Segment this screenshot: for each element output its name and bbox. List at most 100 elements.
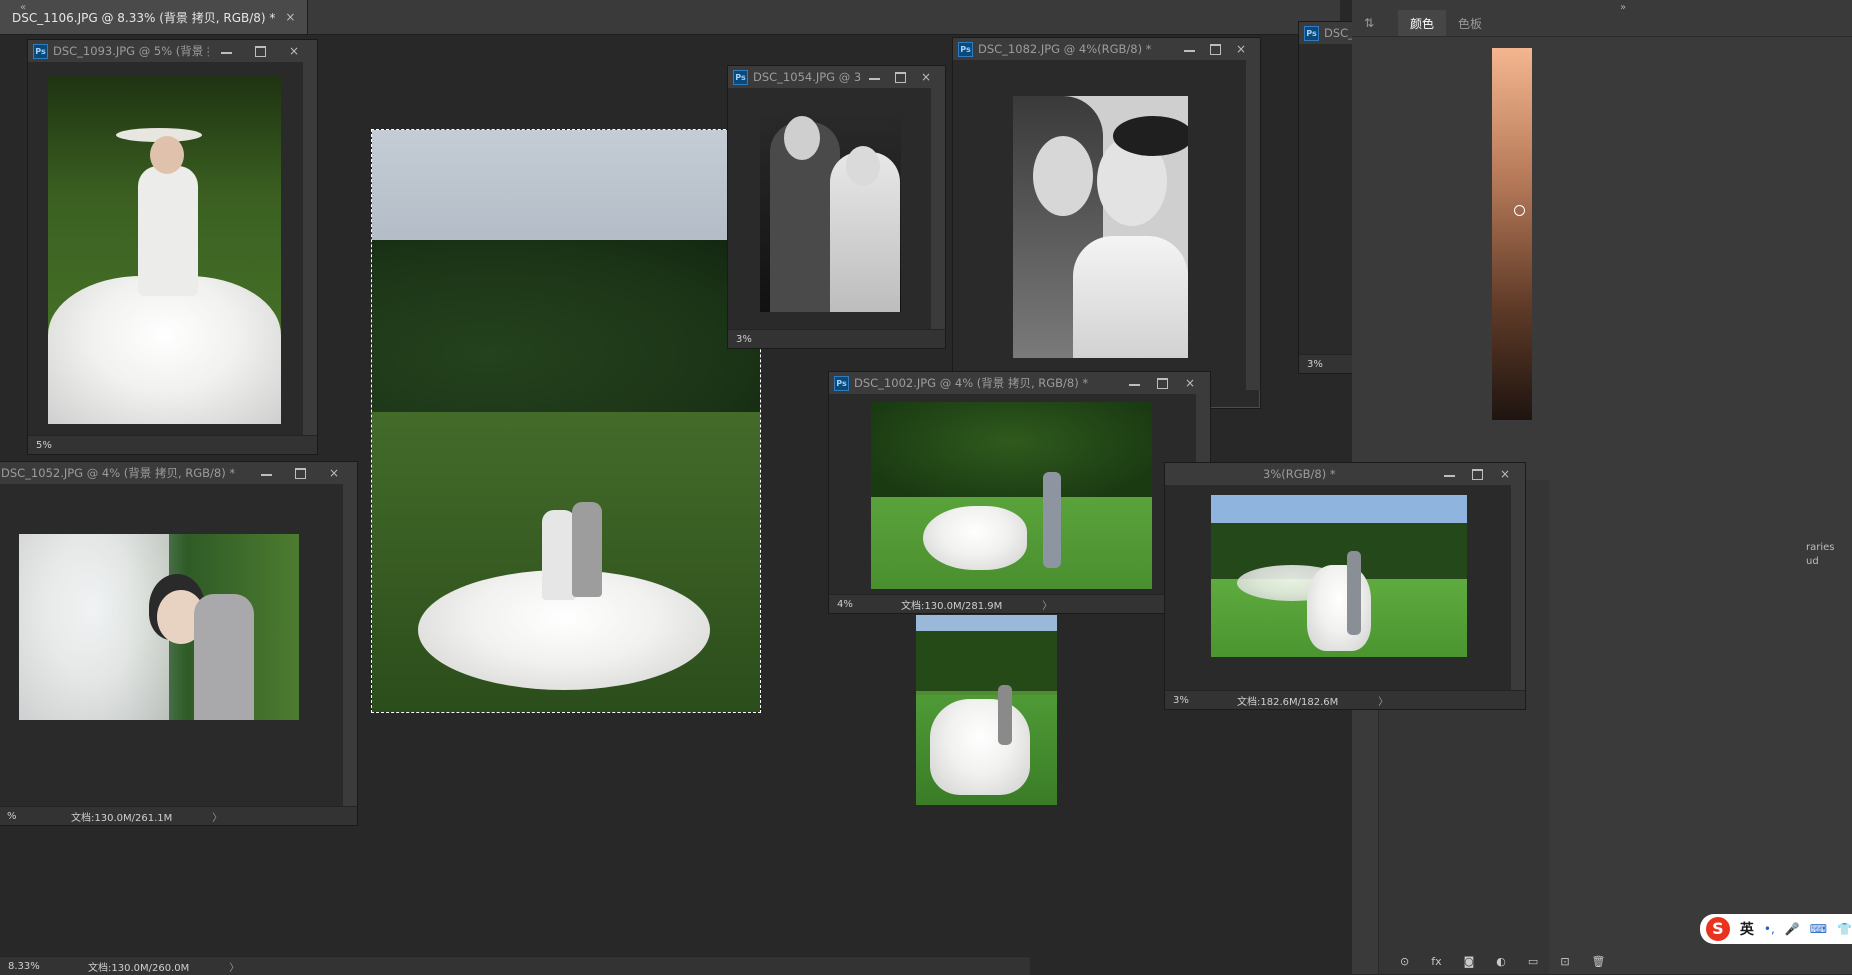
minimize-button[interactable] <box>249 462 283 484</box>
window-canvas[interactable] <box>1165 485 1511 691</box>
close-button[interactable]: × <box>1228 38 1254 60</box>
document-tab[interactable]: DSC_1106.JPG @ 8.33% (背景 拷贝, RGB/8) * × <box>0 0 309 34</box>
minimize-button[interactable] <box>1435 463 1463 485</box>
vertical-scrollbar[interactable] <box>931 88 945 330</box>
tab-swatches[interactable]: 色板 <box>1446 10 1494 36</box>
window-title: DSC_1082.JPG @ 4%(RGB/8) * <box>978 42 1152 56</box>
minimize-button[interactable] <box>1176 38 1202 60</box>
link-icon[interactable]: ⊙ <box>1400 955 1409 968</box>
new-layer-icon[interactable]: ⊡ <box>1560 955 1569 968</box>
close-button[interactable]: × <box>317 462 351 484</box>
punctuation-icon[interactable]: •, <box>1764 922 1775 936</box>
fx-button[interactable]: fx <box>1431 955 1441 968</box>
maximize-button[interactable] <box>1202 38 1228 60</box>
document-window-3pct[interactable]: 3%(RGB/8) * × 3% 文档:182.6M/182.6M 〉 <box>1164 462 1526 710</box>
photoshop-doc-icon: Ps <box>1304 25 1319 41</box>
maximize-button[interactable] <box>1463 463 1491 485</box>
trash-icon[interactable]: 🗑 <box>1592 955 1606 968</box>
vertical-scrollbar[interactable] <box>343 484 357 807</box>
window-canvas[interactable] <box>953 60 1246 390</box>
minimize-button[interactable] <box>1120 372 1148 394</box>
main-status-arrow[interactable]: 〉 <box>229 959 239 974</box>
photoshop-doc-icon: Ps <box>33 43 48 59</box>
close-button[interactable]: × <box>277 40 311 62</box>
maximize-icon <box>1471 468 1483 480</box>
window-title-bar[interactable]: Ps DSC_1054.JPG @ 3%... × <box>728 66 945 88</box>
zoom-level[interactable]: 4% <box>829 599 889 610</box>
zoom-level[interactable]: 3% <box>728 334 788 345</box>
panel-history-icon[interactable]: ⇅ <box>1352 10 1398 36</box>
minimize-icon <box>1128 384 1140 386</box>
document-size-info: 文档:130.0M/261.1M <box>71 812 173 824</box>
photo-dsc-1052 <box>19 534 299 720</box>
maximize-button[interactable] <box>1148 372 1176 394</box>
folder-icon[interactable]: ▭ <box>1528 955 1538 968</box>
minimize-button[interactable] <box>209 40 243 62</box>
vertical-scrollbar[interactable] <box>1511 485 1525 691</box>
maximize-button[interactable] <box>887 66 913 88</box>
color-ramp[interactable] <box>1492 48 1532 420</box>
skin-icon[interactable]: 👕 <box>1837 922 1852 936</box>
vertical-scrollbar[interactable] <box>303 62 317 436</box>
zoom-level[interactable]: % <box>0 811 59 822</box>
window-title-bar[interactable]: Ps DSC_1082.JPG @ 4%(RGB/8) * × <box>953 38 1260 60</box>
window-canvas[interactable] <box>728 88 931 330</box>
maximize-button[interactable] <box>283 462 317 484</box>
document-window-1054[interactable]: Ps DSC_1054.JPG @ 3%... × 3% <box>727 65 946 349</box>
window-canvas[interactable] <box>0 484 343 807</box>
ime-toolbar[interactable]: S 英 •, 🎤 ⌨ 👕 <box>1700 914 1852 944</box>
close-button[interactable]: × <box>1491 463 1519 485</box>
status-menu-arrow[interactable]: 〉 <box>1378 693 1388 708</box>
zoom-level[interactable]: 3% <box>1299 359 1359 370</box>
window-title-bar[interactable]: 3%(RGB/8) * × <box>1165 463 1525 485</box>
vertical-scrollbar[interactable] <box>1246 60 1260 390</box>
document-window-1093[interactable]: Ps DSC_1093.JPG @ 5% (背景 拷贝, R... × 5% <box>27 39 318 455</box>
side-text-line: raries <box>1806 542 1835 553</box>
main-document-status: 8.33% 文档:130.0M/260.0M 〉 <box>0 956 1030 975</box>
tab-color[interactable]: 颜色 <box>1398 10 1447 36</box>
main-photo-canvas[interactable] <box>371 129 761 713</box>
minimize-icon <box>220 52 232 54</box>
microphone-icon[interactable]: 🎤 <box>1785 922 1800 936</box>
color-picker-marker[interactable] <box>1514 205 1525 216</box>
minimize-button[interactable] <box>861 66 887 88</box>
workspace: Ps DSC_1093.JPG @ 5% (背景 拷贝, R... × 5% D… <box>0 21 1562 974</box>
window-canvas[interactable] <box>28 62 303 436</box>
collapse-left-icon[interactable]: « <box>20 2 26 13</box>
zoom-level[interactable]: 5% <box>28 440 88 451</box>
mask-icon[interactable]: ◙ <box>1464 955 1475 968</box>
close-button[interactable]: × <box>913 66 939 88</box>
window-title: DSC_1052.JPG @ 4% (背景 拷贝, RGB/8) * <box>1 466 236 480</box>
window-title: DSC_1093.JPG @ 5% (背景 拷贝, R... <box>53 44 209 58</box>
close-button[interactable]: × <box>1176 372 1204 394</box>
window-title-bar[interactable]: Ps DSC_1002.JPG @ 4% (背景 拷贝, RGB/8) * × <box>829 372 1210 394</box>
window-status-bar: 4% 文档:130.0M/281.9M 〉 <box>829 594 1210 613</box>
main-zoom-level[interactable]: 8.33% <box>0 961 68 972</box>
photoshop-doc-icon: Ps <box>733 69 748 85</box>
collapse-right-icon[interactable]: » <box>1620 2 1626 13</box>
document-tab-bar: DSC_1106.JPG @ 8.33% (背景 拷贝, RGB/8) * × <box>0 0 1340 35</box>
document-window-1082[interactable]: Ps DSC_1082.JPG @ 4%(RGB/8) * × <box>952 37 1261 409</box>
status-menu-arrow[interactable]: 〉 <box>212 809 222 824</box>
window-title-bar[interactable]: Ps DSC_1093.JPG @ 5% (背景 拷贝, R... × <box>28 40 317 62</box>
sogou-logo[interactable]: S <box>1706 917 1730 941</box>
maximize-icon <box>894 71 906 83</box>
keyboard-icon[interactable]: ⌨ <box>1810 922 1827 936</box>
zoom-level[interactable]: 3% <box>1165 695 1225 706</box>
status-menu-arrow[interactable]: 〉 <box>1042 597 1052 612</box>
photo-background-portrait[interactable] <box>916 615 1057 805</box>
photo-dsc-1054 <box>760 102 901 312</box>
adjustment-icon[interactable]: ◐ <box>1496 955 1506 968</box>
document-window-1052[interactable]: DSC_1052.JPG @ 4% (背景 拷贝, RGB/8) * × % 文… <box>0 461 358 826</box>
document-window-1002[interactable]: Ps DSC_1002.JPG @ 4% (背景 拷贝, RGB/8) * × … <box>828 371 1211 614</box>
window-canvas[interactable] <box>829 394 1196 595</box>
maximize-icon <box>1209 43 1221 55</box>
close-tab-icon[interactable]: × <box>285 10 295 24</box>
ime-language[interactable]: 英 <box>1740 919 1754 939</box>
minimize-icon <box>868 78 880 80</box>
minimize-icon <box>1443 475 1455 477</box>
window-title: DSC_1054.JPG @ 3%... <box>753 70 861 84</box>
window-title-bar[interactable]: DSC_1052.JPG @ 4% (背景 拷贝, RGB/8) * × <box>0 462 357 484</box>
panel-side-text: raries ud <box>1806 541 1835 569</box>
maximize-button[interactable] <box>243 40 277 62</box>
